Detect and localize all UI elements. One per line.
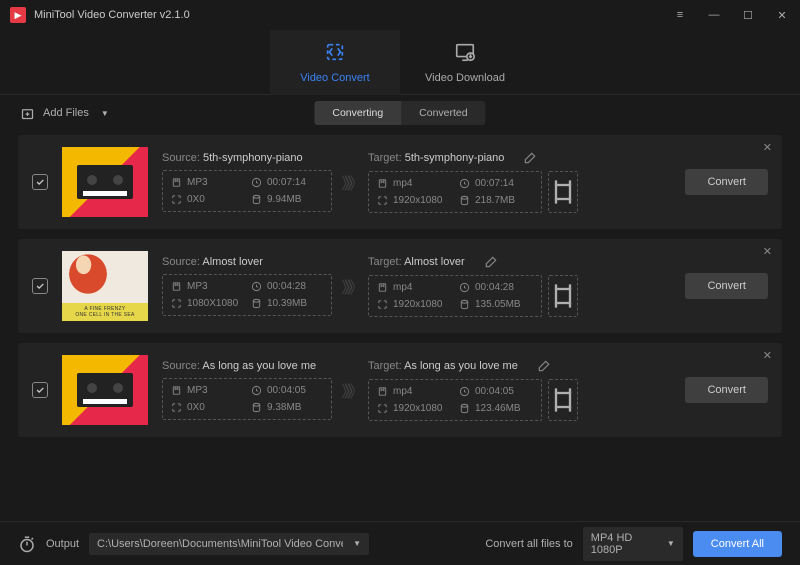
target-label: Target: Almost lover	[368, 255, 578, 269]
sub-toolbar: Add Files ▼ Converting Converted	[0, 95, 800, 131]
source-resolution: 0X0	[171, 402, 243, 413]
target-duration: 00:04:05	[459, 386, 533, 397]
remove-button[interactable]: ✕	[763, 349, 772, 362]
target-label: Target: As long as you love me	[368, 359, 578, 373]
convert-button[interactable]: Convert	[685, 377, 768, 403]
titlebar: ▶ MiniTool Video Converter v2.1.0 ≡ — ☐ …	[0, 0, 800, 30]
remove-button[interactable]: ✕	[763, 245, 772, 258]
arrow-icon: 》》》	[332, 170, 368, 194]
source-label: Source: As long as you love me	[162, 360, 332, 372]
target-info: mp4 00:04:05 1920x1080 123.46MB	[368, 379, 542, 421]
tab-converted[interactable]: Converted	[401, 101, 485, 125]
output-label: Output	[46, 538, 79, 550]
preview-button[interactable]	[548, 171, 578, 213]
edit-icon[interactable]	[523, 151, 537, 165]
list-item: Source: As long as you love me MP3 00:04…	[18, 343, 782, 437]
add-files-label: Add Files	[43, 107, 89, 119]
profile-value: MP4 HD 1080P	[591, 532, 657, 556]
target-size: 123.46MB	[459, 403, 533, 414]
tab-converting[interactable]: Converting	[314, 101, 401, 125]
target-info: mp4 00:07:14 1920x1080 218.7MB	[368, 171, 542, 213]
target-info: mp4 00:04:28 1920x1080 135.05MB	[368, 275, 542, 317]
add-icon	[20, 106, 35, 121]
top-nav: Video Convert Video Download	[0, 30, 800, 95]
source-format: MP3	[171, 281, 243, 292]
source-size: 10.39MB	[251, 298, 323, 309]
app-logo: ▶	[10, 7, 26, 23]
arrow-icon: 》》》	[332, 378, 368, 402]
tab-video-convert[interactable]: Video Convert	[270, 30, 400, 95]
checkbox[interactable]	[32, 382, 48, 398]
edit-icon[interactable]	[537, 359, 551, 373]
thumbnail	[62, 147, 148, 217]
thumbnail	[62, 355, 148, 425]
close-button[interactable]: ✕	[774, 9, 790, 22]
target-label: Target: 5th-symphony-piano	[368, 151, 578, 165]
footer-bar: Output C:\Users\Doreen\Documents\MiniToo…	[0, 521, 800, 565]
output-path-select[interactable]: C:\Users\Doreen\Documents\MiniTool Video…	[89, 533, 369, 555]
checkbox[interactable]	[32, 174, 48, 190]
source-size: 9.38MB	[251, 402, 323, 413]
target-format: mp4	[377, 282, 451, 293]
file-list: Source: 5th-symphony-piano MP3 00:07:14 …	[0, 131, 800, 521]
convert-all-button[interactable]: Convert All	[693, 531, 782, 557]
source-info: MP3 00:04:28 1080X1080 10.39MB	[162, 274, 332, 316]
app-title: MiniTool Video Converter v2.1.0	[34, 9, 190, 21]
status-tabs: Converting Converted	[314, 101, 485, 125]
tab-label: Video Download	[425, 72, 505, 84]
maximize-button[interactable]: ☐	[740, 9, 756, 22]
source-size: 9.94MB	[251, 194, 323, 205]
convert-all-to-label: Convert all files to	[485, 538, 572, 550]
source-info: MP3 00:04:05 0X0 9.38MB	[162, 378, 332, 420]
arrow-icon: 》》》	[332, 274, 368, 298]
target-format: mp4	[377, 178, 451, 189]
tab-label: Video Convert	[300, 72, 370, 84]
target-size: 218.7MB	[459, 195, 533, 206]
source-format: MP3	[171, 385, 243, 396]
menu-icon[interactable]: ≡	[672, 9, 688, 22]
source-duration: 00:07:14	[251, 177, 323, 188]
source-resolution: 1080X1080	[171, 298, 243, 309]
convert-button[interactable]: Convert	[685, 273, 768, 299]
thumbnail: A FINE FRENZYONE CELL IN THE SEA	[62, 251, 148, 321]
chevron-down-icon: ▼	[101, 109, 109, 118]
preview-button[interactable]	[548, 379, 578, 421]
chevron-down-icon: ▼	[667, 539, 675, 548]
source-info: MP3 00:07:14 0X0 9.94MB	[162, 170, 332, 212]
download-icon	[454, 41, 476, 66]
add-files-button[interactable]: Add Files ▼	[20, 106, 109, 121]
source-resolution: 0X0	[171, 194, 243, 205]
source-label: Source: 5th-symphony-piano	[162, 152, 332, 164]
profile-select[interactable]: MP4 HD 1080P ▼	[583, 527, 683, 561]
remove-button[interactable]: ✕	[763, 141, 772, 154]
convert-button[interactable]: Convert	[685, 169, 768, 195]
minimize-button[interactable]: —	[706, 9, 722, 22]
checkbox[interactable]	[32, 278, 48, 294]
target-size: 135.05MB	[459, 299, 533, 310]
edit-icon[interactable]	[484, 255, 498, 269]
chevron-down-icon: ▼	[353, 539, 361, 548]
source-duration: 00:04:05	[251, 385, 323, 396]
target-resolution: 1920x1080	[377, 195, 451, 206]
list-item: A FINE FRENZYONE CELL IN THE SEA Source:…	[18, 239, 782, 333]
output-path: C:\Users\Doreen\Documents\MiniTool Video…	[97, 538, 343, 550]
tab-video-download[interactable]: Video Download	[400, 30, 530, 95]
target-resolution: 1920x1080	[377, 403, 451, 414]
preview-button[interactable]	[548, 275, 578, 317]
source-label: Source: Almost lover	[162, 256, 332, 268]
list-item: Source: 5th-symphony-piano MP3 00:07:14 …	[18, 135, 782, 229]
source-duration: 00:04:28	[251, 281, 323, 292]
target-duration: 00:04:28	[459, 282, 533, 293]
stopwatch-icon[interactable]	[18, 535, 36, 553]
target-duration: 00:07:14	[459, 178, 533, 189]
target-format: mp4	[377, 386, 451, 397]
recycle-icon	[324, 41, 346, 66]
source-format: MP3	[171, 177, 243, 188]
target-resolution: 1920x1080	[377, 299, 451, 310]
